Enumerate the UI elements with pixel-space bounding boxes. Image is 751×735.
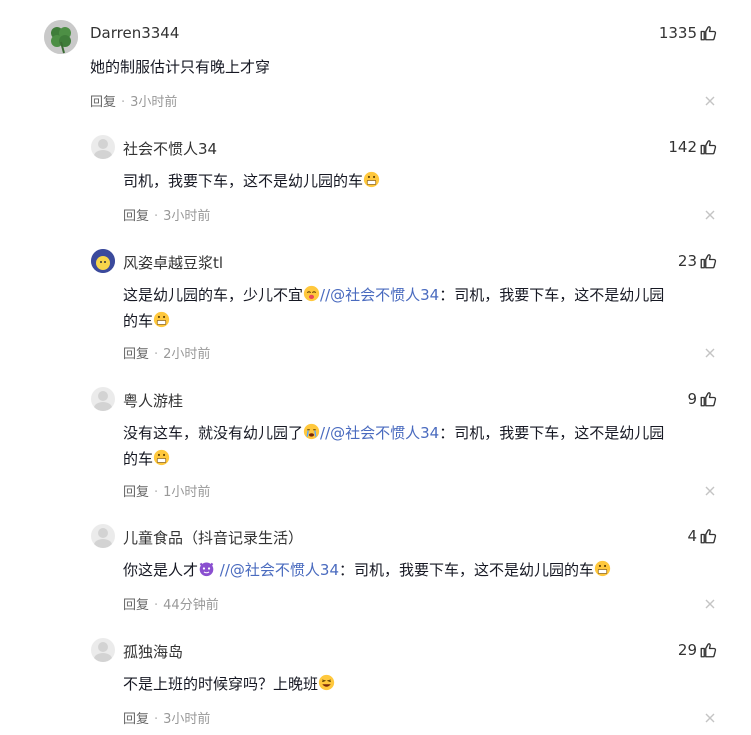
comment-meta: 回复 · 2小时前 — [123, 347, 211, 362]
comment-meta: 回复 · 1小时前 — [123, 485, 211, 500]
comment-text: 你这是人才 //@社会不惯人34：司机，我要下车，这不是幼儿园的车 — [123, 557, 611, 583]
username[interactable]: Darren3344 — [90, 24, 179, 42]
reply-button[interactable]: 回复 — [123, 347, 149, 362]
cartoon-avatar-icon — [91, 249, 115, 273]
laughing-emoji-icon — [318, 674, 335, 691]
thumbs-up-icon — [699, 641, 717, 659]
timestamp: 3小时前 — [130, 95, 178, 110]
reply-button[interactable]: 回复 — [90, 95, 116, 110]
grimace-emoji-icon — [594, 560, 611, 577]
thumbs-up-icon — [699, 527, 717, 545]
avatar[interactable] — [44, 20, 78, 54]
devil-emoji-icon — [199, 562, 214, 577]
comment-meta: 回复 · 3小时前 — [123, 712, 211, 727]
close-icon[interactable] — [705, 599, 715, 609]
timestamp: 44分钟前 — [163, 598, 219, 613]
thumbs-up-icon — [699, 24, 717, 42]
username[interactable]: 风姿卓越豆浆tl — [123, 252, 223, 273]
close-icon[interactable] — [705, 713, 715, 723]
like-count: 142 — [668, 138, 697, 156]
comment-meta: 回复 · 3小时前 — [123, 209, 211, 224]
avatar[interactable] — [91, 638, 115, 662]
grimace-emoji-icon — [363, 171, 380, 188]
avatar[interactable] — [91, 249, 115, 273]
avatar[interactable] — [91, 524, 115, 548]
mention-link[interactable]: //@社会不惯人34 — [320, 424, 439, 442]
clover-avatar-icon — [44, 20, 78, 54]
avatar[interactable] — [91, 387, 115, 411]
username[interactable]: 社会不惯人34 — [123, 138, 217, 159]
thumbs-up-icon — [699, 390, 717, 408]
grimace-emoji-icon — [153, 311, 170, 328]
comment-text: 司机，我要下车，这不是幼儿园的车 — [123, 168, 380, 194]
like-button[interactable]: 142 — [668, 138, 717, 156]
mention-link[interactable]: //@社会不惯人34 — [320, 286, 439, 304]
comment-meta: 回复 · 3小时前 — [90, 95, 178, 110]
timestamp: 2小时前 — [163, 347, 211, 362]
grimace-emoji-icon — [153, 449, 170, 466]
like-count: 23 — [677, 252, 697, 270]
close-icon[interactable] — [705, 96, 715, 106]
close-icon[interactable] — [705, 348, 715, 358]
like-count: 1335 — [658, 24, 697, 42]
thumbs-up-icon — [699, 252, 717, 270]
reply-button[interactable]: 回复 — [123, 209, 149, 224]
comment-meta: 回复 · 44分钟前 — [123, 598, 219, 613]
timestamp: 1小时前 — [163, 485, 211, 500]
mention-link[interactable]: //@社会不惯人34 — [220, 561, 339, 579]
thumbs-up-icon — [699, 138, 717, 156]
close-icon[interactable] — [705, 210, 715, 220]
comment-text: 她的制服估计只有晚上才穿 — [90, 58, 271, 76]
like-button[interactable]: 9 — [687, 390, 717, 408]
close-icon[interactable] — [705, 486, 715, 496]
like-count: 29 — [677, 641, 697, 659]
reply-button[interactable]: 回复 — [123, 598, 149, 613]
timestamp: 3小时前 — [163, 209, 211, 224]
username[interactable]: 孤独海岛 — [123, 641, 183, 662]
username[interactable]: 儿童食品（抖音记录生活） — [123, 527, 303, 548]
crying-emoji-icon — [303, 423, 320, 440]
reply-button[interactable]: 回复 — [123, 712, 149, 727]
reply-button[interactable]: 回复 — [123, 485, 149, 500]
avatar[interactable] — [91, 135, 115, 159]
like-count: 4 — [687, 527, 697, 545]
timestamp: 3小时前 — [163, 712, 211, 727]
comment-text: 不是上班的时候穿吗？上晚班 — [123, 671, 335, 697]
username[interactable]: 粤人游桂 — [123, 390, 183, 411]
comment-text: 没有这车，就没有幼儿园了//@社会不惯人34：司机，我要下车，这不是幼儿园 的车 — [123, 423, 665, 468]
like-button[interactable]: 23 — [678, 252, 717, 270]
tongue-emoji-icon — [303, 285, 320, 302]
like-button[interactable]: 29 — [678, 641, 717, 659]
like-button[interactable]: 4 — [687, 527, 717, 545]
like-count: 9 — [687, 390, 697, 408]
like-button[interactable]: 1335 — [659, 24, 717, 42]
comment-text: 这是幼儿园的车，少儿不宜//@社会不惯人34：司机，我要下车，这不是幼儿园 的车 — [123, 285, 665, 330]
